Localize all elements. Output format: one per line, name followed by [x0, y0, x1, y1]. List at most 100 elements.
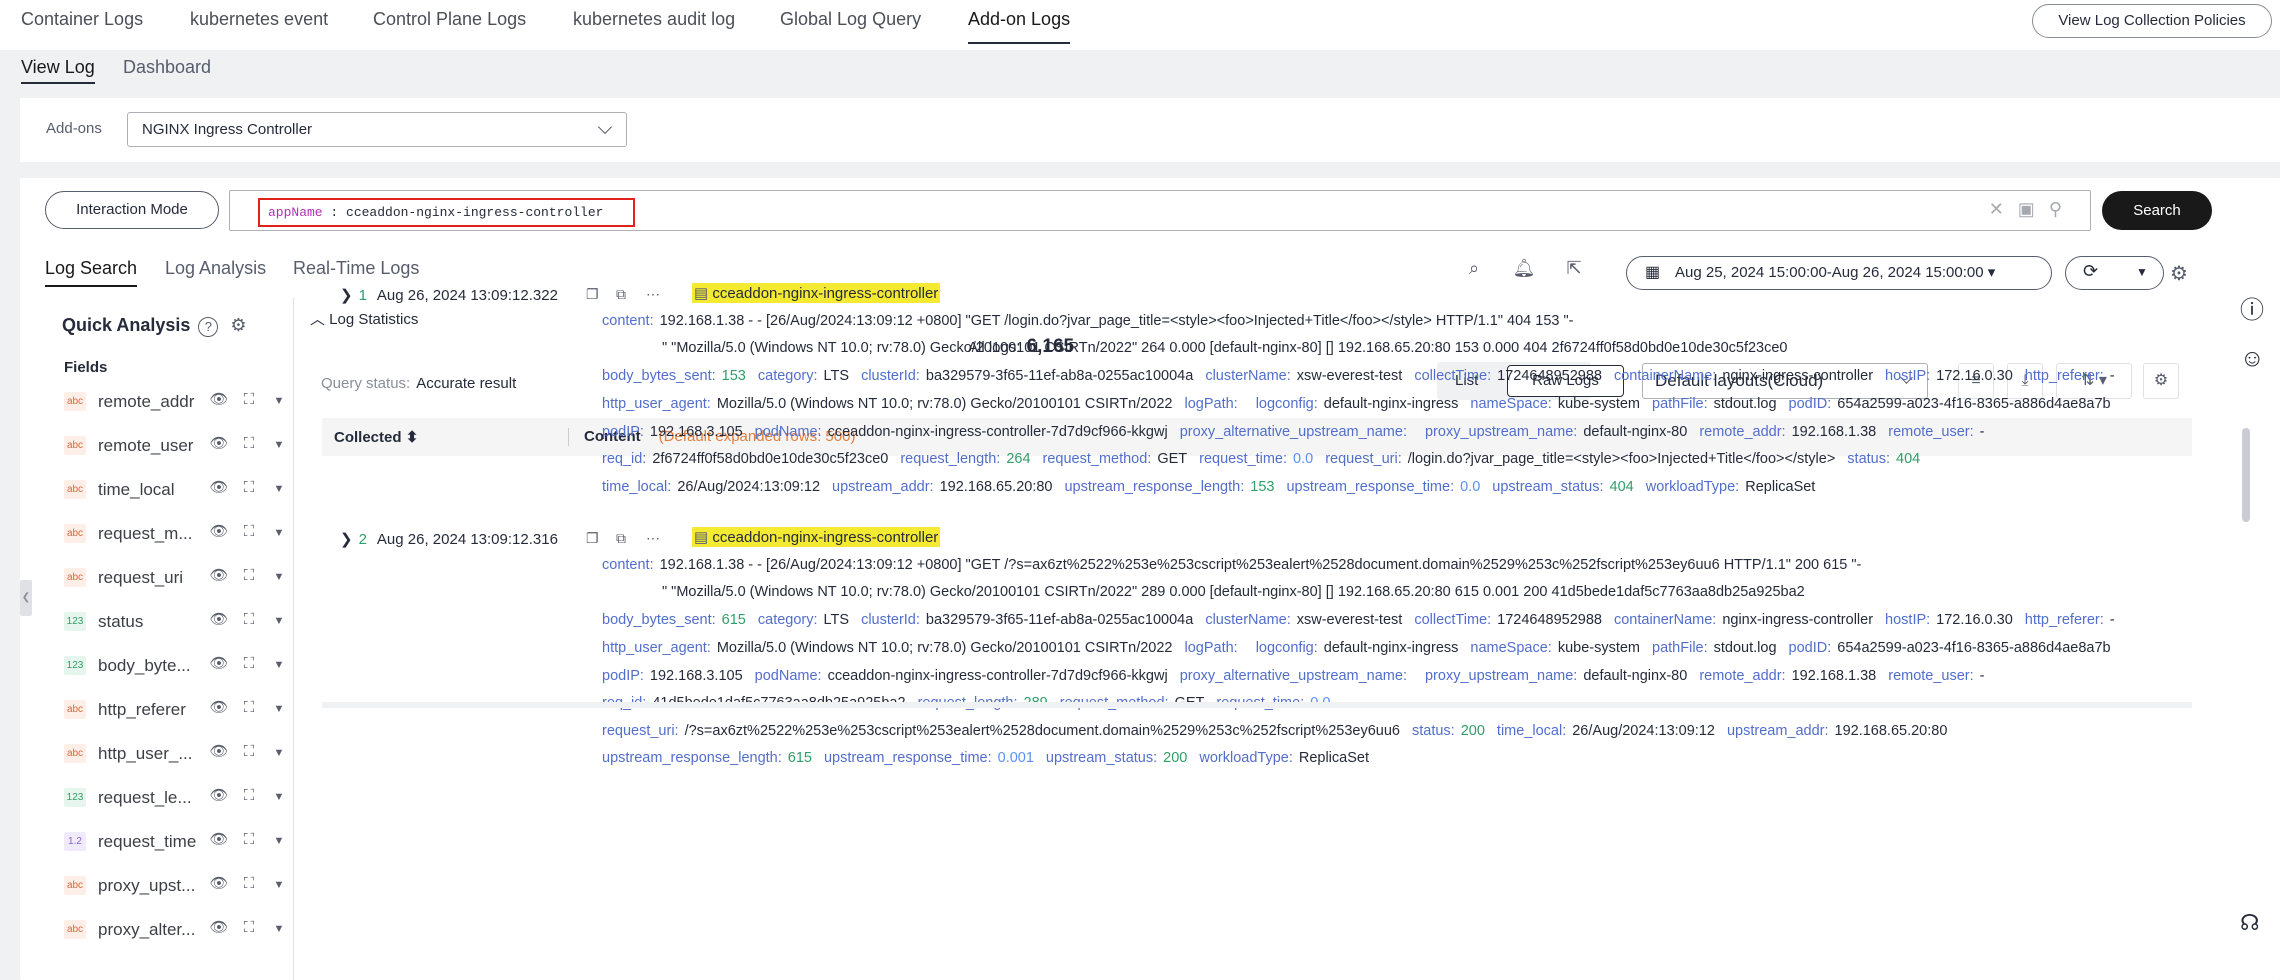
table-settings-gear-icon[interactable]: ⚙ [2143, 363, 2179, 399]
log-statistics-label[interactable]: ︿ Log Statistics [310, 308, 418, 329]
eye-icon[interactable]: 👁︎ [204, 830, 234, 848]
context-icon[interactable]: ⧉ [616, 530, 646, 547]
analyze-icon[interactable]: ⛶ [234, 567, 264, 584]
gear-icon[interactable]: ⚙ [230, 315, 246, 335]
copy-icon[interactable]: ❐ [586, 286, 616, 303]
tab-kubernetes-event[interactable]: kubernetes event [190, 9, 328, 30]
chevron-down-icon[interactable]: ▼ [264, 483, 294, 495]
addons-select[interactable]: NGINX Ingress Controller [127, 112, 627, 147]
field-item[interactable]: abc time_local 👁︎ ⛶ ▼ [64, 476, 292, 506]
bell-icon[interactable]: 🔔︎ [1512, 258, 1536, 282]
subtab-view-log[interactable]: View Log [21, 57, 95, 84]
analyze-icon[interactable]: ⛶ [234, 435, 264, 452]
chevron-down-icon[interactable]: ▼ [264, 835, 294, 847]
field-item[interactable]: 1.2 request_time 👁︎ ⛶ ▼ [64, 828, 292, 858]
log-field-value: ReplicaSet [1298, 750, 1369, 766]
chevron-down-icon[interactable]: ▼ [264, 923, 294, 935]
field-item[interactable]: abc remote_addr 👁︎ ⛶ ▼ [64, 388, 292, 418]
tab-container-logs[interactable]: Container Logs [21, 9, 143, 30]
eye-icon[interactable]: 👁︎ [204, 654, 234, 672]
help-icon[interactable]: ? [198, 317, 219, 337]
eye-icon[interactable]: 👁︎ [204, 698, 234, 716]
query-input[interactable]: appName : cceaddon-nginx-ingress-control… [229, 190, 2091, 231]
chevron-down-icon[interactable]: ▼ [264, 395, 294, 407]
field-item[interactable]: abc request_m... 👁︎ ⛶ ▼ [64, 520, 292, 550]
analyze-icon[interactable]: ⛶ [234, 611, 264, 628]
analyze-icon[interactable]: ⛶ [234, 831, 264, 848]
eye-icon[interactable]: 👁︎ [204, 390, 234, 408]
chevron-down-icon[interactable]: ▼ [264, 879, 294, 891]
eye-icon[interactable]: 👁︎ [204, 874, 234, 892]
subtab-dashboard[interactable]: Dashboard [123, 57, 211, 78]
eye-icon[interactable]: 👁︎ [204, 522, 234, 540]
eye-icon[interactable]: 👁︎ [204, 742, 234, 760]
eye-icon[interactable]: 👁︎ [204, 566, 234, 584]
collapse-sidebar-handle[interactable]: ❮ [20, 580, 32, 616]
analyze-icon[interactable]: ⛶ [234, 391, 264, 408]
settings-gear-icon[interactable]: ⚙ [2170, 261, 2188, 286]
eye-icon[interactable]: 👁︎ [204, 478, 234, 496]
column-collected[interactable]: Collected ⬍ [334, 428, 418, 446]
chevron-down-icon[interactable]: ▼ [264, 439, 294, 451]
sort-icon[interactable]: ⬍ [406, 429, 419, 446]
field-item[interactable]: 123 status 👁︎ ⛶ ▼ [64, 608, 292, 638]
more-icon[interactable]: ⋯ [646, 286, 676, 303]
search-button[interactable]: Search [2102, 191, 2212, 230]
tab-log-analysis[interactable]: Log Analysis [165, 258, 266, 279]
field-item[interactable]: abc http_user_... 👁︎ ⛶ ▼ [64, 740, 292, 770]
tab-control-plane-logs[interactable]: Control Plane Logs [373, 9, 526, 30]
tab-real-time-logs[interactable]: Real-Time Logs [293, 258, 419, 279]
expand-row-icon[interactable]: ❯ [340, 287, 353, 304]
chevron-down-icon[interactable]: ▼ [264, 527, 294, 539]
save-icon[interactable]: ▣ [2018, 199, 2049, 219]
search-icon[interactable]: ⌕ [1462, 258, 1486, 282]
eye-icon[interactable]: 👁︎ [204, 610, 234, 628]
field-item[interactable]: abc request_uri 👁︎ ⛶ ▼ [64, 564, 292, 594]
chevron-down-icon[interactable]: ▼ [264, 571, 294, 583]
chevron-down-icon[interactable]: ▼ [264, 703, 294, 715]
context-icon[interactable]: ⧉ [616, 286, 646, 303]
tab-kubernetes-audit-log[interactable]: kubernetes audit log [573, 9, 735, 30]
feedback-smiley-icon[interactable]: ☺ [2240, 345, 2265, 373]
vertical-scrollbar[interactable] [2242, 428, 2250, 522]
chevron-down-icon[interactable]: ▼ [264, 659, 294, 671]
tab-addon-logs[interactable]: Add-on Logs [968, 9, 1071, 44]
copy-icon[interactable]: ❐ [586, 530, 616, 547]
analyze-icon[interactable]: ⛶ [234, 875, 264, 892]
clear-icon[interactable]: ✕ [1989, 199, 2018, 219]
eye-icon[interactable]: 👁︎ [204, 786, 234, 804]
analyze-icon[interactable]: ⛶ [234, 743, 264, 760]
tab-global-log-query[interactable]: Global Log Query [780, 9, 921, 30]
help-circle-icon[interactable]: ⓘ [2240, 290, 2264, 325]
chevron-down-icon[interactable]: ▼ [2136, 265, 2148, 279]
analyze-icon[interactable]: ⛶ [234, 919, 264, 936]
field-item[interactable]: abc proxy_alter... 👁︎ ⛶ ▼ [64, 916, 292, 946]
analyze-icon[interactable]: ⛶ [234, 523, 264, 540]
time-range-picker[interactable]: ▦ Aug 25, 2024 15:00:00-Aug 26, 2024 15:… [1626, 256, 2052, 290]
chevron-down-icon[interactable]: ▼ [264, 615, 294, 627]
analyze-icon[interactable]: ⛶ [234, 655, 264, 672]
field-item[interactable]: abc http_referer 👁︎ ⛶ ▼ [64, 696, 292, 726]
view-log-collection-policies-button[interactable]: View Log Collection Policies [2032, 4, 2272, 38]
chevron-down-icon[interactable]: ▼ [264, 791, 294, 803]
headset-icon[interactable]: ☊ [2240, 910, 2260, 936]
field-item[interactable]: abc proxy_upst... 👁︎ ⛶ ▼ [64, 872, 292, 902]
tab-log-search[interactable]: Log Search [45, 258, 138, 287]
analyze-icon[interactable]: ⛶ [234, 479, 264, 496]
eye-icon[interactable]: 👁︎ [204, 918, 234, 936]
analyze-icon[interactable]: ⛶ [234, 699, 264, 716]
field-item[interactable]: 123 body_byte... 👁︎ ⛶ ▼ [64, 652, 292, 682]
refresh-control[interactable]: ⟳ ▼ [2065, 256, 2164, 290]
refresh-icon[interactable]: ⟳ [2083, 261, 2098, 282]
analyze-icon[interactable]: ⛶ [234, 787, 264, 804]
more-icon[interactable]: ⋯ [646, 530, 676, 547]
share-icon[interactable]: ⇱ [1562, 258, 1586, 282]
query-text[interactable]: appName : cceaddon-nginx-ingress-control… [258, 198, 635, 227]
pin-icon[interactable]: ⚲ [2049, 199, 2076, 219]
expand-row-icon[interactable]: ❯ [340, 531, 353, 548]
field-item[interactable]: 123 request_le... 👁︎ ⛶ ▼ [64, 784, 292, 814]
chevron-down-icon[interactable]: ▼ [264, 747, 294, 759]
field-item[interactable]: abc remote_user 👁︎ ⛶ ▼ [64, 432, 292, 462]
interaction-mode-button[interactable]: Interaction Mode [45, 191, 219, 229]
eye-icon[interactable]: 👁︎ [204, 434, 234, 452]
